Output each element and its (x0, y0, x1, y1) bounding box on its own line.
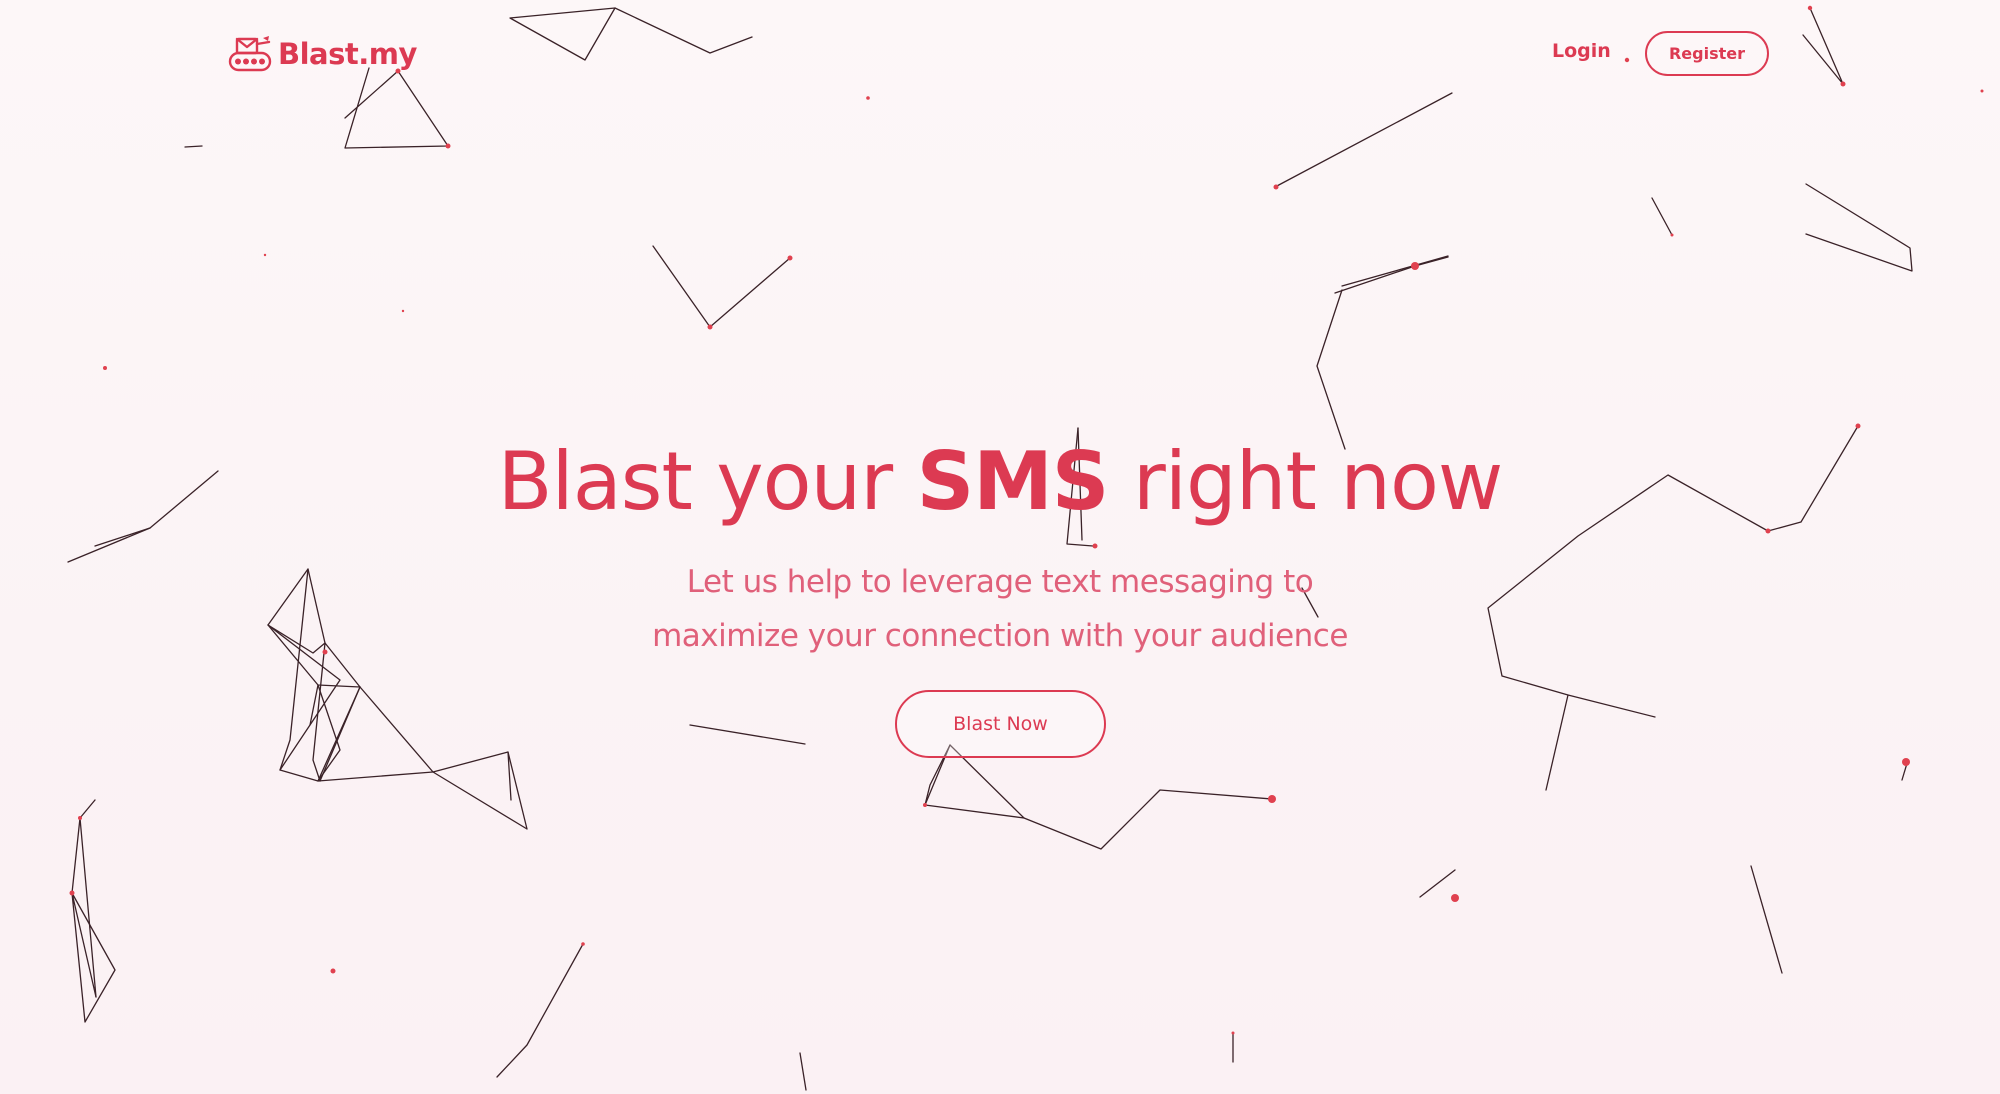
hero-title-suffix: right now (1132, 435, 1503, 528)
hero-subtitle: Let us help to leverage text messaging t… (0, 555, 2000, 663)
hero-section: Blast your SMS right now Let us help to … (0, 0, 2000, 1094)
blast-now-button[interactable]: Blast Now (895, 690, 1106, 758)
hero-subtitle-line-1: Let us help to leverage text messaging t… (686, 564, 1314, 600)
hero-subtitle-line-2: maximize your connection with your audie… (652, 618, 1348, 654)
hero-title-prefix: Blast your (497, 435, 893, 528)
hero-title: Blast your SMS right now (0, 432, 2000, 532)
hero-title-highlight: SMS (916, 435, 1110, 528)
